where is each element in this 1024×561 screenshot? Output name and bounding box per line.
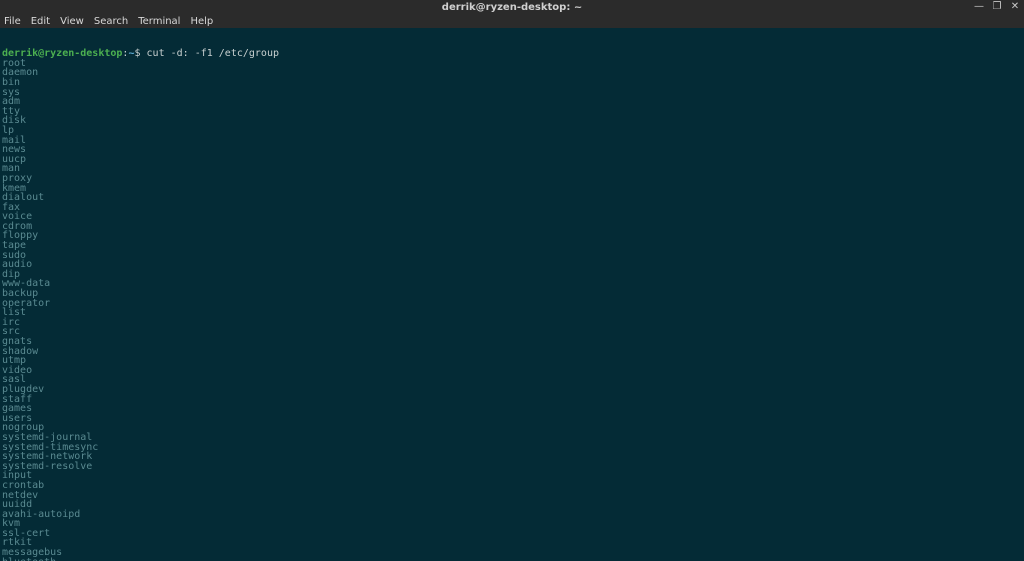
output-line: audio	[2, 260, 1022, 270]
output-line: netdev	[2, 491, 1022, 501]
output-line: systemd-journal	[2, 433, 1022, 443]
output-line: voice	[2, 212, 1022, 222]
output-line: crontab	[2, 481, 1022, 491]
output-line: tape	[2, 241, 1022, 251]
output-line: ssl-cert	[2, 529, 1022, 539]
output-line: nogroup	[2, 423, 1022, 433]
output-line: tty	[2, 107, 1022, 117]
output-line: sudo	[2, 251, 1022, 261]
menubar: File Edit View Search Terminal Help	[0, 14, 1024, 28]
output-line: shadow	[2, 347, 1022, 357]
output-line: backup	[2, 289, 1022, 299]
output-line: uuidd	[2, 500, 1022, 510]
output-line: daemon	[2, 68, 1022, 78]
window-controls: — ❐ ✕	[974, 0, 1020, 14]
output-line: games	[2, 404, 1022, 414]
output-line: bin	[2, 78, 1022, 88]
output-line: video	[2, 366, 1022, 376]
menu-file[interactable]: File	[4, 16, 21, 27]
output-line: irc	[2, 318, 1022, 328]
prompt-dollar: $	[134, 48, 146, 59]
output-line: list	[2, 308, 1022, 318]
close-icon[interactable]: ✕	[1010, 2, 1020, 12]
output-line: input	[2, 471, 1022, 481]
output-line: staff	[2, 395, 1022, 405]
output-line: messagebus	[2, 548, 1022, 558]
output-line: sys	[2, 88, 1022, 98]
output-line: dip	[2, 270, 1022, 280]
output-line: adm	[2, 97, 1022, 107]
output-line: src	[2, 327, 1022, 337]
output-line: kvm	[2, 519, 1022, 529]
output-line: root	[2, 59, 1022, 69]
output-line: dialout	[2, 193, 1022, 203]
output-line: systemd-timesync	[2, 443, 1022, 453]
output-line: cdrom	[2, 222, 1022, 232]
output-line: utmp	[2, 356, 1022, 366]
output-line: users	[2, 414, 1022, 424]
window-title: derrik@ryzen-desktop: ~	[442, 2, 582, 13]
output-line: man	[2, 164, 1022, 174]
menu-edit[interactable]: Edit	[31, 16, 50, 27]
output-line: operator	[2, 299, 1022, 309]
output-line: www-data	[2, 279, 1022, 289]
output-line: sasl	[2, 375, 1022, 385]
output-line: systemd-resolve	[2, 462, 1022, 472]
minimize-icon[interactable]: —	[974, 2, 984, 12]
output-line: news	[2, 145, 1022, 155]
menu-search[interactable]: Search	[94, 16, 128, 27]
output-line: fax	[2, 203, 1022, 213]
prompt-line: derrik@ryzen-desktop:~$ cut -d: -f1 /etc…	[2, 49, 1022, 59]
output-line: gnats	[2, 337, 1022, 347]
menu-terminal[interactable]: Terminal	[138, 16, 180, 27]
menu-view[interactable]: View	[60, 16, 84, 27]
output-line: bluetooth	[2, 558, 1022, 561]
output-line: uucp	[2, 155, 1022, 165]
output-line: disk	[2, 116, 1022, 126]
output-line: avahi-autoipd	[2, 510, 1022, 520]
menu-help[interactable]: Help	[190, 16, 213, 27]
terminal-output: rootdaemonbinsysadmttydisklpmailnewsuucp…	[2, 59, 1022, 561]
window-titlebar: derrik@ryzen-desktop: ~ — ❐ ✕	[0, 0, 1024, 14]
output-line: systemd-network	[2, 452, 1022, 462]
output-line: kmem	[2, 184, 1022, 194]
output-line: floppy	[2, 231, 1022, 241]
output-line: plugdev	[2, 385, 1022, 395]
output-line: mail	[2, 136, 1022, 146]
maximize-icon[interactable]: ❐	[992, 2, 1002, 12]
output-line: rtkit	[2, 538, 1022, 548]
output-line: proxy	[2, 174, 1022, 184]
terminal-viewport[interactable]: derrik@ryzen-desktop:~$ cut -d: -f1 /etc…	[0, 28, 1024, 561]
prompt-command: cut -d: -f1 /etc/group	[147, 48, 279, 59]
output-line: lp	[2, 126, 1022, 136]
